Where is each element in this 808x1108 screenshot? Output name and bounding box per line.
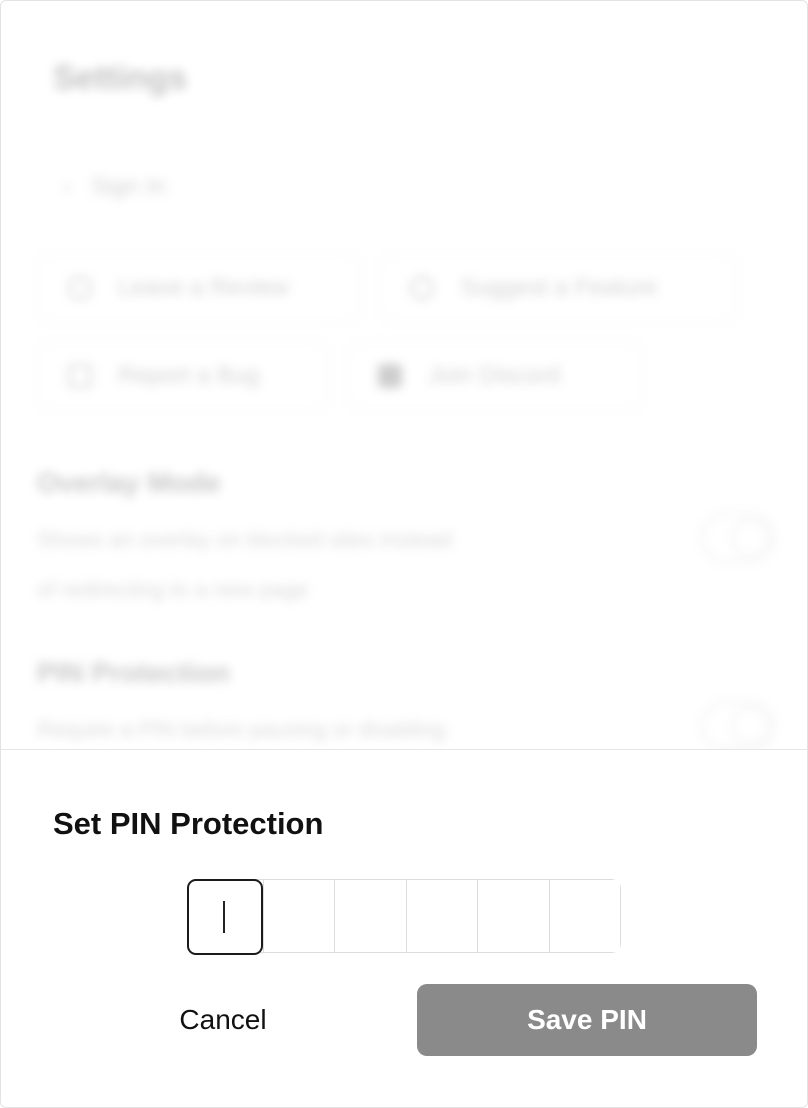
save-pin-button[interactable]: Save PIN <box>417 984 757 1056</box>
lightbulb-icon <box>410 276 434 300</box>
star-icon <box>68 276 92 300</box>
set-pin-sheet: Set PIN Protection Cancel Save PIN <box>1 749 807 1107</box>
pin-protection-title: PIN Protection <box>37 657 230 688</box>
overlay-mode-desc-1: Shows an overlay on blocked sites instea… <box>37 527 452 552</box>
report-bug-button: Report a Bug <box>37 341 329 411</box>
join-discord-button: Join Discord <box>347 341 643 411</box>
pin-digit-6[interactable] <box>548 880 621 952</box>
pin-digit-4[interactable] <box>405 880 478 952</box>
pin-input-group <box>187 879 621 955</box>
sheet-title: Set PIN Protection <box>53 806 324 841</box>
suggest-feature-button: Suggest a Feature <box>379 253 737 323</box>
pin-digit-2[interactable] <box>263 880 335 952</box>
pin-digit-3[interactable] <box>334 880 406 952</box>
blurred-settings-background: Settings ‹ Sign In Leave a Review Sugges… <box>1 1 807 751</box>
pin-digit-1[interactable] <box>187 879 263 955</box>
overlay-mode-desc-2: of redirecting to a new page <box>37 577 309 602</box>
discord-icon <box>378 364 402 388</box>
pin-protection-toggle <box>701 701 775 751</box>
overlay-mode-title: Overlay Mode <box>37 467 221 498</box>
pin-protection-desc: Require a PIN before pausing or disablin… <box>37 717 446 742</box>
bug-icon <box>68 364 92 388</box>
text-cursor <box>223 901 225 933</box>
overlay-mode-toggle <box>701 513 775 563</box>
app-frame: Settings ‹ Sign In Leave a Review Sugges… <box>0 0 808 1108</box>
page-title: Settings <box>53 59 188 97</box>
pin-digit-5[interactable] <box>477 880 549 952</box>
leave-review-button: Leave a Review <box>37 253 361 323</box>
sign-in-link: ‹ Sign In <box>63 173 166 200</box>
cancel-button[interactable]: Cancel <box>121 984 325 1056</box>
